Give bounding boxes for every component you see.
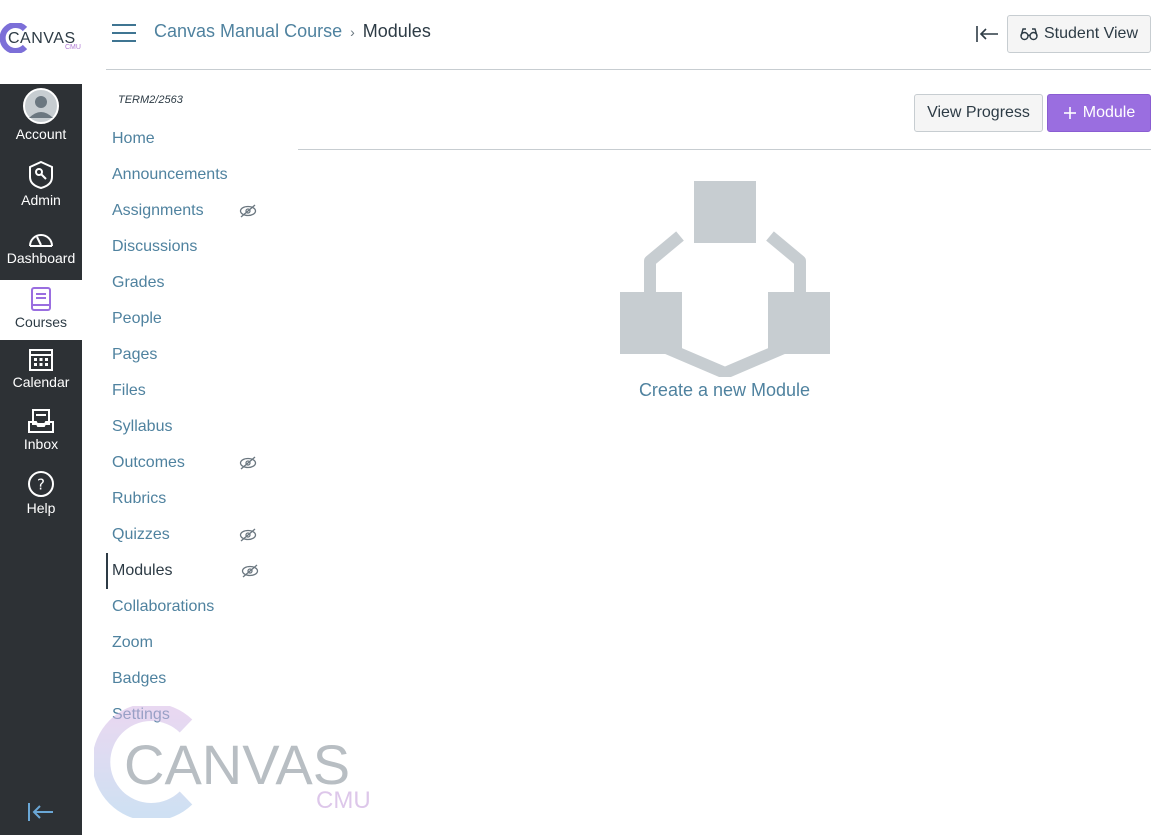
avatar-icon (23, 88, 59, 124)
course-nav-item-label: Pages (112, 346, 158, 363)
add-module-button[interactable]: Module (1047, 94, 1151, 132)
global-nav-label: Help (26, 500, 56, 516)
watermark-text: CANVAS (124, 733, 350, 796)
module-illustration-icon (620, 181, 830, 377)
collapse-left-icon (976, 26, 998, 42)
course-nav-item-quizzes[interactable]: Quizzes (106, 517, 266, 553)
course-nav-item-collaborations[interactable]: Collaborations (106, 589, 266, 625)
global-nav: CANVAS CMU Account Admin Dashboard Cours… (0, 0, 82, 835)
course-nav-item-pages[interactable]: Pages (106, 337, 266, 373)
breadcrumb-current: Modules (362, 21, 431, 41)
add-module-label: Module (1082, 104, 1136, 121)
course-nav-item-label: Announcements (112, 166, 228, 183)
course-nav-item-label: Files (112, 382, 146, 399)
course-nav-item-home[interactable]: Home (106, 121, 266, 157)
course-nav-item-label: Quizzes (112, 526, 170, 543)
course-nav-item-rubrics[interactable]: Rubrics (106, 481, 266, 517)
toolbar-divider (298, 149, 1151, 150)
page-header: Canvas Manual Course › Modules Student V… (106, 0, 1151, 70)
global-nav-account[interactable]: Account (0, 88, 82, 150)
hamburger-menu-icon[interactable] (112, 24, 136, 44)
calendar-icon (29, 349, 53, 371)
course-nav-item-label: Rubrics (112, 490, 167, 507)
global-nav-label: Admin (21, 192, 61, 208)
course-nav-item-outcomes[interactable]: Outcomes (106, 445, 266, 481)
breadcrumb-course-link[interactable]: Canvas Manual Course (154, 21, 342, 42)
svg-text:?: ? (37, 476, 45, 494)
course-nav-item-people[interactable]: People (106, 301, 266, 337)
plus-icon (1063, 107, 1076, 119)
course-nav-item-assignments[interactable]: Assignments (106, 193, 266, 229)
course-nav-item-label: Badges (112, 670, 167, 687)
course-nav-item-label: Assignments (112, 202, 204, 219)
global-nav-admin[interactable]: Admin (0, 160, 82, 216)
student-view-label: Student View (1044, 25, 1138, 42)
course-nav-item-announcements[interactable]: Announcements (106, 157, 266, 193)
course-nav-item-label: Zoom (112, 634, 153, 651)
glasses-icon (1020, 28, 1038, 41)
create-module-link[interactable]: Create a new Module (598, 380, 851, 401)
global-nav-calendar[interactable]: Calendar (0, 346, 82, 402)
course-nav-item-label: Discussions (112, 238, 198, 255)
global-nav-label: Inbox (23, 436, 59, 452)
course-nav-item-grades[interactable]: Grades (106, 265, 266, 301)
collapse-global-nav-button[interactable] (26, 800, 56, 824)
help-icon: ? (28, 471, 54, 497)
collapse-left-icon (28, 803, 53, 821)
breadcrumb: Canvas Manual Course › Modules (154, 21, 431, 42)
course-nav-item-label: Collaborations (112, 598, 215, 615)
course-nav-item-modules[interactable]: Modules (106, 553, 266, 589)
eye-hidden-icon[interactable] (239, 456, 257, 470)
course-nav-item-label: People (112, 310, 162, 327)
eye-hidden-icon[interactable] (239, 204, 257, 218)
hide-sidebar-button[interactable] (974, 22, 1000, 46)
course-nav-item-zoom[interactable]: Zoom (106, 625, 266, 661)
term-label: TERM2/2563 (118, 94, 183, 106)
breadcrumb-separator-icon: › (350, 23, 355, 40)
course-nav-item-files[interactable]: Files (106, 373, 266, 409)
course-nav-item-badges[interactable]: Badges (106, 661, 266, 697)
view-progress-button[interactable]: View Progress (914, 94, 1043, 132)
inbox-icon (28, 409, 54, 433)
course-nav-item-label: Home (112, 130, 155, 147)
logo[interactable]: CANVAS CMU (0, 0, 82, 84)
student-view-button[interactable]: Student View (1007, 15, 1151, 53)
global-nav-label: Dashboard (6, 250, 76, 266)
global-nav-label: Calendar (12, 374, 70, 390)
global-nav-courses[interactable]: Courses (0, 280, 82, 340)
dashboard-gauge-icon (29, 234, 53, 247)
global-nav-label: Courses (14, 314, 68, 330)
global-nav-help[interactable]: ? Help (0, 470, 82, 526)
course-nav-item-syllabus[interactable]: Syllabus (106, 409, 266, 445)
eye-hidden-icon[interactable] (241, 564, 259, 578)
global-nav-label: Account (15, 126, 67, 142)
course-nav-item-label: Grades (112, 274, 165, 291)
course-nav-item-settings[interactable]: Settings (106, 697, 266, 733)
course-nav-item-discussions[interactable]: Discussions (106, 229, 266, 265)
view-progress-label: View Progress (927, 104, 1030, 121)
admin-shield-icon (29, 160, 53, 190)
logo-sub: CMU (65, 44, 81, 51)
global-nav-dashboard[interactable]: Dashboard (0, 228, 82, 278)
eye-hidden-icon[interactable] (239, 528, 257, 542)
course-nav-item-label: Settings (112, 706, 170, 723)
global-nav-inbox[interactable]: Inbox (0, 408, 82, 464)
course-nav-item-label: Syllabus (112, 418, 173, 435)
course-nav-item-label: Modules (112, 562, 173, 579)
course-nav-item-label: Outcomes (112, 454, 185, 471)
book-icon (31, 287, 51, 311)
watermark-sub: CMU (316, 787, 371, 814)
